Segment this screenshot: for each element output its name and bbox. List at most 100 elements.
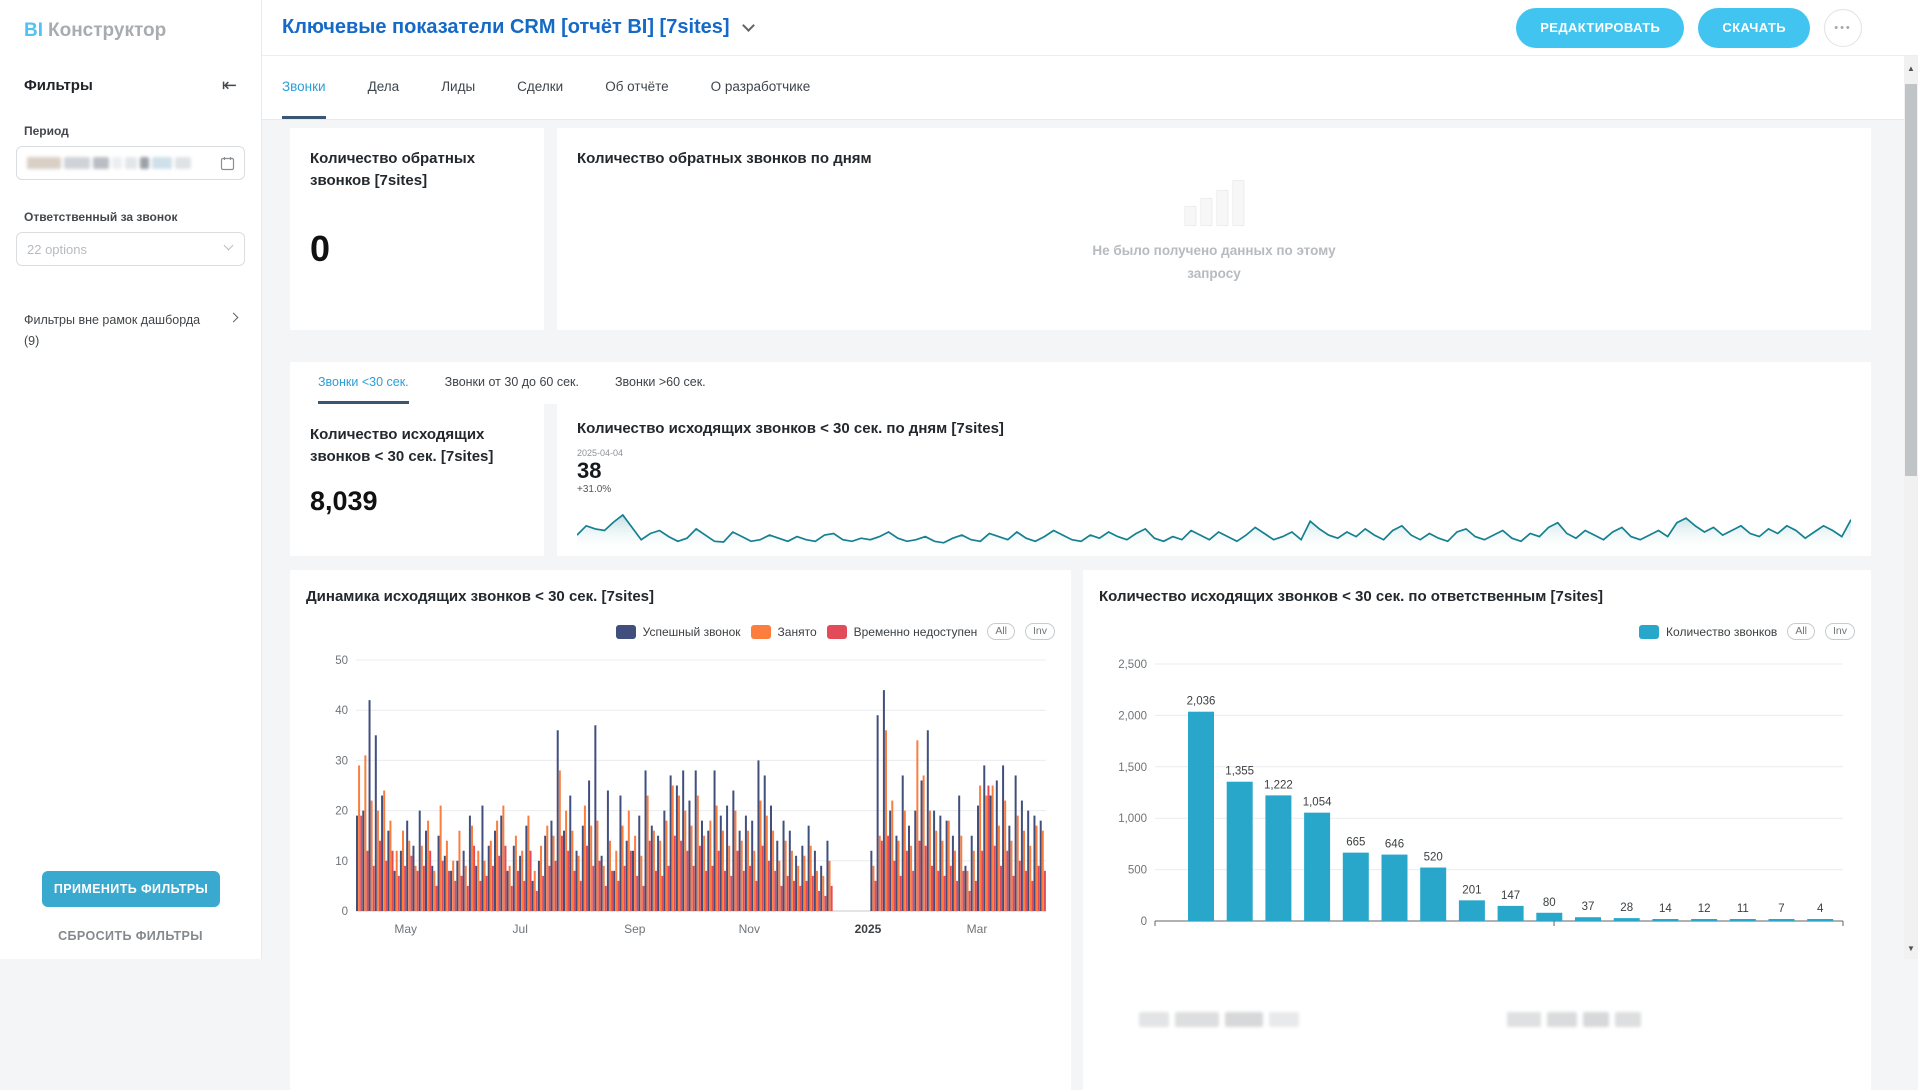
responsible-legend: Количество звонков All Inv: [1099, 622, 1855, 642]
period-label: Период: [0, 124, 261, 138]
responsible-label: Ответственный за звонок: [0, 210, 261, 224]
dynamics-chart-card: Динамика исходящих звонков < 30 сек. [7s…: [290, 570, 1071, 1090]
tab-4[interactable]: Об отчёте: [605, 56, 668, 119]
svg-text:May: May: [394, 922, 417, 936]
svg-text:28: 28: [1620, 902, 1633, 914]
chevron-right-icon: [229, 313, 239, 323]
dynamics-chart-plot: 01020304050MayJulSepNov2025Mar: [306, 648, 1055, 958]
period-input[interactable]: [16, 146, 245, 180]
svg-text:2025: 2025: [855, 922, 882, 936]
callback-total-value: 0: [310, 228, 524, 270]
chevron-down-icon: [224, 241, 234, 251]
edit-button[interactable]: РЕДАКТИРОВАТЬ: [1516, 8, 1684, 48]
svg-text:4: 4: [1817, 903, 1824, 915]
outgoing-total-title: Количество исходящих звонков < 30 сек. […: [310, 424, 524, 468]
svg-text:1,054: 1,054: [1303, 796, 1332, 808]
scroll-up-icon[interactable]: ▲: [1904, 64, 1918, 73]
responsible-select-value: 22 options: [27, 242, 87, 257]
svg-text:500: 500: [1128, 864, 1147, 876]
svg-text:37: 37: [1582, 901, 1595, 913]
callback-total-title: Количество обратных звонков [7sites]: [310, 148, 524, 192]
svg-text:40: 40: [335, 705, 348, 717]
responsible-x-labels-redacted: [1139, 1012, 1299, 1027]
legend-label-busy: Занято: [778, 625, 817, 639]
outgoing-daily-title: Количество исходящих звонков < 30 сек. п…: [577, 418, 1851, 440]
legend-swatch-unavailable: [827, 625, 847, 639]
responsible-chart-plot: 05001,0001,5002,0002,5002,0361,3551,2221…: [1099, 648, 1855, 968]
outgoing-total-card: Количество исходящих звонков < 30 сек. […: [290, 404, 544, 556]
legend-swatch-success: [616, 625, 636, 639]
sparkline-chart: [577, 510, 1851, 552]
responsible-select[interactable]: 22 options: [16, 232, 245, 266]
filters-title: Фильтры: [24, 77, 93, 94]
subtab-0[interactable]: Звонки <30 сек.: [318, 362, 409, 404]
dynamics-all-button[interactable]: All: [987, 623, 1015, 640]
calendar-icon[interactable]: [220, 156, 235, 171]
svg-text:0: 0: [1141, 916, 1147, 928]
svg-text:665: 665: [1346, 836, 1365, 848]
page-title: Ключевые показатели CRM [отчёт BI] [7sit…: [282, 16, 730, 39]
report-switcher-chevron-icon[interactable]: [742, 19, 755, 32]
tab-0[interactable]: Звонки: [282, 56, 326, 119]
legend-label-success: Успешный звонок: [643, 625, 741, 639]
svg-text:0: 0: [342, 906, 348, 918]
svg-text:1,222: 1,222: [1264, 779, 1293, 791]
callback-daily-card: Количество обратных звонков по дням Не б…: [557, 128, 1871, 330]
legend-swatch-calls: [1639, 625, 1659, 639]
logo-bi: BI: [24, 20, 43, 41]
filters-out-of-scope[interactable]: Фильтры вне рамок дашборда (9): [0, 310, 261, 353]
dynamics-legend: Успешный звонок Занято Временно недоступ…: [306, 622, 1055, 642]
filters-sidebar: BIКонструктор Фильтры ⇤ Период Ответстве…: [0, 0, 262, 959]
tab-3[interactable]: Сделки: [517, 56, 563, 119]
svg-text:2,036: 2,036: [1187, 695, 1216, 707]
legend-swatch-busy: [751, 625, 771, 639]
subtab-2[interactable]: Звонки >60 сек.: [615, 362, 706, 404]
svg-text:1,500: 1,500: [1118, 762, 1147, 774]
svg-text:Jul: Jul: [513, 922, 528, 936]
responsible-inv-button[interactable]: Inv: [1825, 623, 1855, 640]
svg-text:Nov: Nov: [739, 922, 760, 936]
more-options-button[interactable]: •••: [1824, 9, 1862, 47]
vertical-scrollbar[interactable]: ▲ ▼: [1904, 56, 1918, 959]
app-logo: BIКонструктор: [0, 0, 261, 48]
main-tabs: Звонки Дела Лиды Сделки Об отчёте О разработч…: [262, 56, 1918, 120]
svg-text:646: 646: [1385, 838, 1404, 850]
collapse-sidebar-icon[interactable]: ⇤: [222, 76, 237, 94]
responsible-all-button[interactable]: All: [1787, 623, 1815, 640]
legend-label-calls: Количество звонков: [1666, 625, 1777, 639]
svg-text:147: 147: [1501, 890, 1520, 902]
svg-text:Sep: Sep: [624, 922, 646, 936]
scroll-down-icon[interactable]: ▼: [1904, 944, 1918, 953]
page-header: Ключевые показатели CRM [отчёт BI] [7sit…: [262, 0, 1918, 56]
responsible-x-labels-redacted-2: [1507, 1012, 1641, 1027]
svg-text:50: 50: [335, 655, 348, 667]
tab-5[interactable]: О разработчике: [711, 56, 811, 119]
scrollbar-thumb[interactable]: [1905, 84, 1917, 476]
subtab-1[interactable]: Звонки от 30 до 60 сек.: [445, 362, 579, 404]
svg-text:10: 10: [335, 856, 348, 868]
empty-state-line2: запросу: [1092, 263, 1335, 286]
period-value-redacted: [27, 157, 191, 169]
download-button[interactable]: СКАЧАТЬ: [1698, 8, 1810, 48]
tab-1[interactable]: Дела: [368, 56, 400, 119]
svg-text:12: 12: [1698, 903, 1711, 915]
outgoing-total-value: 8,039: [310, 486, 524, 517]
dashboard-content: Количество обратных звонков [7sites] 0 К…: [262, 120, 1904, 959]
reset-filters-button[interactable]: СБРОСИТЬ ФИЛЬТРЫ: [0, 929, 261, 943]
dynamics-chart-title: Динамика исходящих звонков < 30 сек. [7s…: [306, 586, 1055, 608]
svg-text:1,355: 1,355: [1225, 765, 1254, 777]
responsible-chart-title: Количество исходящих звонков < 30 сек. п…: [1099, 586, 1855, 608]
legend-label-unavailable: Временно недоступен: [854, 625, 978, 639]
svg-text:520: 520: [1424, 851, 1443, 863]
apply-filters-button[interactable]: ПРИМЕНИТЬ ФИЛЬТРЫ: [42, 871, 220, 907]
callback-total-card: Количество обратных звонков [7sites] 0: [290, 128, 544, 330]
svg-text:14: 14: [1659, 903, 1672, 915]
sparkline-latest-value: 38: [577, 458, 1851, 484]
svg-text:201: 201: [1462, 884, 1481, 896]
out-of-scope-count: (9): [24, 331, 200, 352]
call-duration-subtabs: Звонки <30 сек. Звонки от 30 до 60 сек. Зв…: [290, 362, 1871, 404]
dynamics-inv-button[interactable]: Inv: [1025, 623, 1055, 640]
out-of-scope-line1: Фильтры вне рамок дашборда: [24, 310, 200, 331]
empty-state: Не было получено данных по этому запросу: [1092, 180, 1335, 286]
tab-2[interactable]: Лиды: [441, 56, 475, 119]
